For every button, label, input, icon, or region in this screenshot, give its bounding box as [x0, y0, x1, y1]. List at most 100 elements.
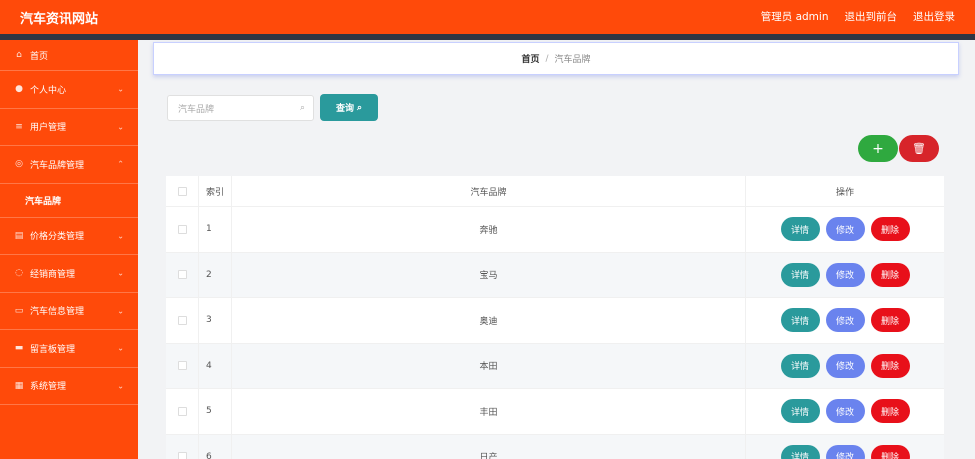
logout-link[interactable]: 退出登录 — [913, 9, 955, 24]
chevron-down-icon: ⌄ — [117, 381, 124, 391]
sidebar-item-label: 汽车信息管理 — [30, 307, 85, 318]
main-content: 首页 / 汽车品牌 汽车品牌 ⌕ 查询 ⌕ + 🗑 索引 汽车品牌 操作 1 奔… — [138, 40, 975, 459]
row-brand: 奥迪 — [232, 298, 746, 343]
detail-button[interactable]: 详情 — [780, 399, 820, 424]
brand-table: 索引 汽车品牌 操作 1 奔驰 详情 修改 删除 2 宝马 详情 修改 删除 3… — [166, 176, 944, 459]
remove-button[interactable]: 删除 — [870, 399, 910, 424]
sidebar-item-users[interactable]: ≡ 用户管理 ⌄ — [0, 109, 138, 146]
row-brand: 日产 — [232, 434, 746, 459]
delete-button[interactable]: 🗑 — [899, 135, 939, 162]
search-input[interactable]: 汽车品牌 ⌕ — [167, 95, 314, 121]
remove-button[interactable]: 删除 — [870, 444, 910, 459]
search-icon: ⌕ — [299, 103, 305, 113]
row-checkbox[interactable] — [177, 224, 187, 234]
sidebar-subitem-brand[interactable]: 汽车品牌 — [0, 184, 138, 218]
home-icon: ⌂ — [16, 50, 22, 60]
tag-icon: ▤ — [14, 230, 24, 241]
detail-button[interactable]: 详情 — [780, 308, 820, 333]
front-link[interactable]: 退出到前台 — [845, 9, 898, 24]
admin-label: 管理员 admin — [760, 11, 829, 23]
breadcrumb: 首页 / 汽车品牌 — [153, 42, 959, 75]
sidebar-item-label: 留言板管理 — [30, 344, 76, 355]
chevron-down-icon: ⌄ — [117, 343, 124, 353]
add-button[interactable]: + — [858, 135, 898, 162]
table-row: 3 奥迪 详情 修改 删除 — [166, 298, 944, 344]
row-brand: 宝马 — [232, 252, 746, 297]
remove-button[interactable]: 删除 — [870, 353, 910, 378]
trash-icon: 🗑 — [912, 142, 926, 155]
row-index: 3 — [199, 298, 232, 343]
row-index: 1 — [199, 207, 232, 252]
sidebar-item-brand-mgmt[interactable]: ◎ 汽车品牌管理 ⌃ — [0, 146, 138, 184]
edit-button[interactable]: 修改 — [825, 399, 865, 424]
row-checkbox[interactable] — [177, 406, 187, 416]
store-icon: ◌ — [15, 268, 23, 279]
edit-button[interactable]: 修改 — [825, 262, 865, 287]
edit-button[interactable]: 修改 — [825, 308, 865, 333]
search-placeholder: 汽车品牌 — [178, 104, 215, 115]
remove-button[interactable]: 删除 — [870, 217, 910, 242]
header-brand: 汽车品牌 — [232, 176, 746, 206]
detail-button[interactable]: 详情 — [780, 262, 820, 287]
top-bar: 汽车资讯网站 管理员 admin 退出到前台 退出登录 — [0, 0, 975, 34]
breadcrumb-separator: / — [545, 53, 549, 64]
remove-button[interactable]: 删除 — [870, 262, 910, 287]
sidebar-item-home[interactable]: ⌂ 首页 — [0, 40, 138, 71]
edit-button[interactable]: 修改 — [825, 444, 865, 459]
detail-button[interactable]: 详情 — [780, 444, 820, 459]
chevron-up-icon: ⌃ — [117, 159, 124, 169]
sidebar-item-label: 用户管理 — [30, 123, 67, 134]
detail-button[interactable]: 详情 — [780, 217, 820, 242]
sidebar-item-personal[interactable]: ● 个人中心 ⌄ — [0, 71, 138, 109]
plus-icon: + — [872, 140, 884, 157]
sidebar-item-label: 汽车品牌管理 — [30, 160, 85, 171]
sidebar-item-label: 系统管理 — [30, 382, 67, 393]
sidebar-item-messages[interactable]: ▬ 留言板管理 ⌄ — [0, 330, 138, 368]
user-icon: ● — [15, 84, 23, 95]
sidebar-item-label: 汽车品牌 — [25, 196, 62, 207]
row-checkbox[interactable] — [177, 315, 187, 325]
edit-button[interactable]: 修改 — [825, 217, 865, 242]
breadcrumb-current: 汽车品牌 — [554, 55, 591, 65]
remove-button[interactable]: 删除 — [870, 308, 910, 333]
globe-icon: ◎ — [15, 159, 23, 170]
list-icon: ≡ — [15, 121, 23, 132]
select-all-checkbox[interactable] — [177, 186, 187, 196]
row-checkbox[interactable] — [177, 270, 187, 280]
card-icon: ▭ — [14, 305, 24, 316]
chevron-down-icon: ⌄ — [117, 268, 124, 278]
search-icon: ⌕ — [356, 102, 363, 113]
edit-button[interactable]: 修改 — [825, 353, 865, 378]
row-checkbox[interactable] — [177, 361, 187, 371]
sidebar-item-system[interactable]: ▦ 系统管理 ⌄ — [0, 368, 138, 405]
table-header: 索引 汽车品牌 操作 — [166, 176, 944, 207]
grid-icon: ▦ — [14, 380, 24, 391]
detail-button[interactable]: 详情 — [780, 353, 820, 378]
search-button[interactable]: 查询 ⌕ — [320, 94, 378, 121]
monitor-icon: ▬ — [14, 343, 24, 354]
table-row: 1 奔驰 详情 修改 删除 — [166, 207, 944, 253]
row-brand: 丰田 — [232, 389, 746, 434]
row-index: 4 — [199, 343, 232, 388]
row-brand: 奔驰 — [232, 207, 746, 252]
site-title: 汽车资讯网站 — [20, 12, 99, 27]
row-brand: 本田 — [232, 343, 746, 388]
search-button-label: 查询 — [335, 104, 354, 114]
sidebar: ⌂ 首页 ● 个人中心 ⌄ ≡ 用户管理 ⌄ ◎ 汽车品牌管理 ⌃ 汽车品牌 ▤… — [0, 40, 138, 459]
sidebar-item-label: 经销商管理 — [30, 269, 76, 280]
chevron-down-icon: ⌄ — [117, 84, 124, 94]
row-checkbox[interactable] — [177, 452, 187, 459]
chevron-down-icon: ⌄ — [117, 122, 124, 132]
row-index: 2 — [199, 252, 232, 297]
row-index: 5 — [199, 389, 232, 434]
sidebar-item-label: 价格分类管理 — [30, 232, 85, 243]
sidebar-item-dealers[interactable]: ◌ 经销商管理 ⌄ — [0, 255, 138, 293]
header-ops: 操作 — [835, 187, 854, 198]
header-index: 索引 — [199, 176, 232, 206]
sidebar-item-label: 个人中心 — [30, 85, 67, 96]
sidebar-item-price-category[interactable]: ▤ 价格分类管理 ⌄ — [0, 218, 138, 255]
breadcrumb-home[interactable]: 首页 — [521, 52, 539, 65]
sidebar-item-label: 首页 — [30, 51, 49, 62]
chevron-down-icon: ⌄ — [117, 306, 124, 316]
sidebar-item-car-info[interactable]: ▭ 汽车信息管理 ⌄ — [0, 293, 138, 330]
